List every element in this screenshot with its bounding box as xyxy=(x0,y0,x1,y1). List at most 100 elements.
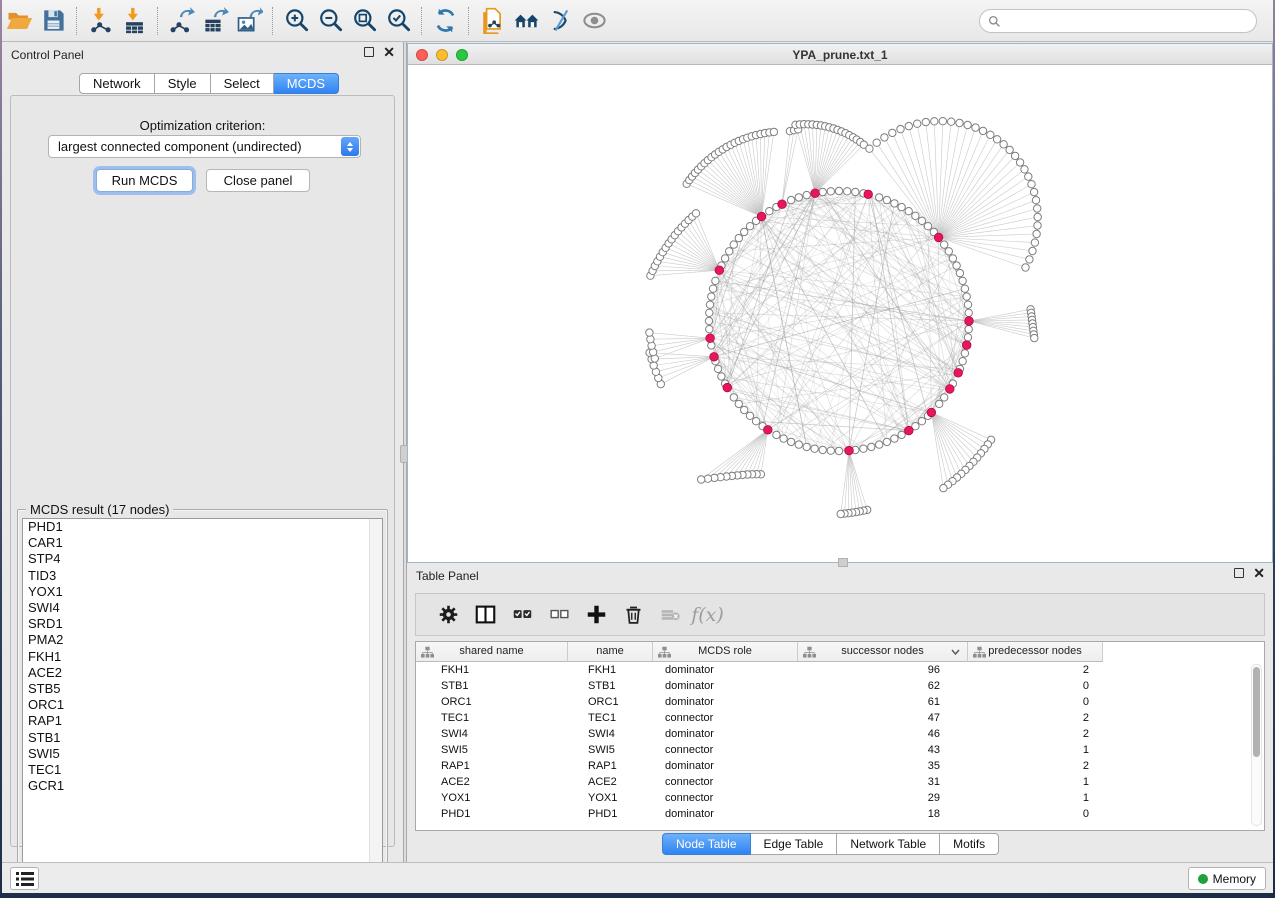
table-cell[interactable]: connector xyxy=(653,742,798,758)
deselect-all-checkboxes-icon[interactable] xyxy=(541,600,578,630)
table-cell[interactable]: dominator xyxy=(653,678,798,694)
table-cell[interactable]: 1 xyxy=(968,790,1103,806)
table-cell[interactable]: ACE2 xyxy=(568,774,653,790)
tab-node-table[interactable]: Node Table xyxy=(662,833,751,855)
table-cell[interactable]: 18 xyxy=(798,806,968,822)
column-header-name[interactable]: name xyxy=(568,642,653,662)
table-scrollbar[interactable] xyxy=(1251,664,1262,826)
table-cell[interactable]: SWI5 xyxy=(416,742,568,758)
table-cell[interactable]: dominator xyxy=(653,726,798,742)
table-cell[interactable]: YOX1 xyxy=(416,790,568,806)
table-row[interactable]: SWI4SWI4dominator462 xyxy=(416,726,1264,742)
table-cell[interactable]: 61 xyxy=(798,694,968,710)
table-cell[interactable]: 2 xyxy=(968,710,1103,726)
table-cell[interactable]: STB1 xyxy=(568,678,653,694)
table-row[interactable]: YOX1YOX1connector291 xyxy=(416,790,1264,806)
result-list-item[interactable]: ACE2 xyxy=(23,665,382,681)
home-networks-icon[interactable] xyxy=(509,6,543,36)
table-cell[interactable]: RAP1 xyxy=(568,758,653,774)
table-row[interactable]: ACE2ACE2connector311 xyxy=(416,774,1264,790)
table-row[interactable]: PHD1PHD1dominator180 xyxy=(416,806,1264,822)
table-cell[interactable]: 31 xyxy=(798,774,968,790)
tab-network[interactable]: Network xyxy=(79,73,155,94)
add-column-icon[interactable] xyxy=(578,600,615,630)
run-mcds-button[interactable]: Run MCDS xyxy=(96,169,193,192)
table-cell[interactable]: connector xyxy=(653,774,798,790)
table-cell[interactable]: dominator xyxy=(653,758,798,774)
result-list-item[interactable]: ORC1 xyxy=(23,697,382,713)
table-cell[interactable]: STB1 xyxy=(416,678,568,694)
table-cell[interactable]: 46 xyxy=(798,726,968,742)
horizontal-splitter-grip[interactable] xyxy=(838,558,848,567)
table-row[interactable]: SWI5SWI5connector431 xyxy=(416,742,1264,758)
table-row[interactable]: STB1STB1dominator620 xyxy=(416,678,1264,694)
table-cell[interactable]: 29 xyxy=(798,790,968,806)
table-row[interactable]: TEC1TEC1connector472 xyxy=(416,710,1264,726)
open-session-file-icon[interactable] xyxy=(475,6,509,36)
table-cell[interactable]: 0 xyxy=(968,694,1103,710)
table-cell[interactable]: 2 xyxy=(968,758,1103,774)
table-cell[interactable]: 43 xyxy=(798,742,968,758)
table-cell[interactable]: dominator xyxy=(653,806,798,822)
result-list-item[interactable]: SWI4 xyxy=(23,600,382,616)
table-cell[interactable]: TEC1 xyxy=(568,710,653,726)
import-network-icon[interactable] xyxy=(83,6,117,36)
zoom-selected-icon[interactable] xyxy=(381,6,415,36)
close-panel-icon[interactable]: ✕ xyxy=(1253,568,1265,578)
table-row[interactable]: ORC1ORC1dominator610 xyxy=(416,694,1264,710)
table-cell[interactable]: 96 xyxy=(798,662,968,678)
result-list-item[interactable]: STB5 xyxy=(23,681,382,697)
table-cell[interactable]: 47 xyxy=(798,710,968,726)
save-session-icon[interactable] xyxy=(36,6,70,36)
table-cell[interactable]: PHD1 xyxy=(568,806,653,822)
table-cell[interactable]: FKH1 xyxy=(568,662,653,678)
table-cell[interactable]: 2 xyxy=(968,726,1103,742)
result-list-item[interactable]: YOX1 xyxy=(23,584,382,600)
import-table-icon[interactable] xyxy=(117,6,151,36)
tab-motifs[interactable]: Motifs xyxy=(940,833,999,855)
result-list-item[interactable]: PHD1 xyxy=(23,519,382,535)
result-list-item[interactable]: TID3 xyxy=(23,568,382,584)
search-field[interactable] xyxy=(979,9,1257,33)
task-history-button[interactable] xyxy=(10,867,39,890)
tab-edge-table[interactable]: Edge Table xyxy=(751,833,838,855)
open-file-icon[interactable] xyxy=(2,6,36,36)
table-cell[interactable]: SWI4 xyxy=(568,726,653,742)
close-panel-icon[interactable]: ✕ xyxy=(383,47,395,57)
tab-select[interactable]: Select xyxy=(211,73,274,94)
search-input[interactable] xyxy=(1001,14,1256,28)
refresh-view-icon[interactable] xyxy=(428,6,462,36)
table-cell[interactable]: 2 xyxy=(968,662,1103,678)
table-cell[interactable]: 0 xyxy=(968,678,1103,694)
result-list-item[interactable]: PMA2 xyxy=(23,632,382,648)
table-cell[interactable]: SWI5 xyxy=(568,742,653,758)
show-columns-icon[interactable] xyxy=(467,600,504,630)
table-cell[interactable]: TEC1 xyxy=(416,710,568,726)
result-list-item[interactable]: FKH1 xyxy=(23,649,382,665)
tab-network-table[interactable]: Network Table xyxy=(837,833,940,855)
table-cell[interactable]: RAP1 xyxy=(416,758,568,774)
result-list-item[interactable]: TEC1 xyxy=(23,762,382,778)
table-cell[interactable]: 35 xyxy=(798,758,968,774)
column-header-successor-nodes[interactable]: successor nodes xyxy=(798,642,968,662)
result-list-item[interactable]: RAP1 xyxy=(23,713,382,729)
export-network-icon[interactable] xyxy=(164,6,198,36)
delete-columns-icon[interactable] xyxy=(615,600,652,630)
scrollbar-thumb[interactable] xyxy=(1253,667,1260,757)
table-cell[interactable]: 1 xyxy=(968,742,1103,758)
result-list-item[interactable]: SWI5 xyxy=(23,746,382,762)
network-view[interactable] xyxy=(408,65,1272,562)
zoom-in-icon[interactable] xyxy=(279,6,313,36)
column-header-MCDS-role[interactable]: MCDS role xyxy=(653,642,798,662)
table-cell[interactable]: SWI4 xyxy=(416,726,568,742)
table-cell[interactable]: dominator xyxy=(653,662,798,678)
table-row[interactable]: FKH1FKH1dominator962 xyxy=(416,662,1264,678)
result-list-item[interactable]: GCR1 xyxy=(23,778,382,794)
table-row[interactable]: RAP1RAP1dominator352 xyxy=(416,758,1264,774)
memory-button[interactable]: Memory xyxy=(1188,867,1266,890)
hide-detail-icon[interactable] xyxy=(543,6,577,36)
result-list-item[interactable]: STB1 xyxy=(23,730,382,746)
table-cell[interactable]: 1 xyxy=(968,774,1103,790)
table-cell[interactable]: 62 xyxy=(798,678,968,694)
table-cell[interactable]: ACE2 xyxy=(416,774,568,790)
